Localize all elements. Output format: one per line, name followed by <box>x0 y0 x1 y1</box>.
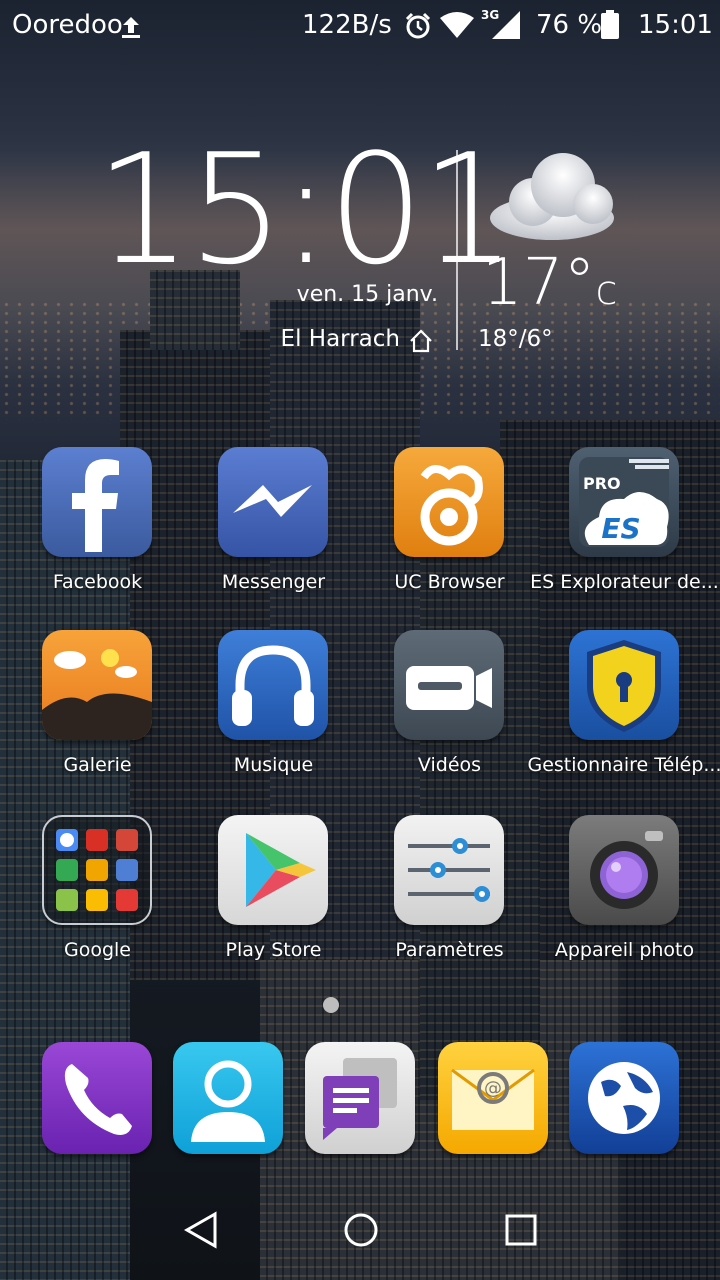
app-label: Galerie <box>63 754 132 776</box>
pro-badge: PRO <box>583 474 621 493</box>
temperature-unit: c <box>595 268 618 314</box>
app-camera[interactable]: Appareil photo <box>527 815 703 985</box>
app-settings[interactable]: Paramètres <box>352 815 528 985</box>
app-label: Facebook <box>52 571 143 593</box>
svg-text:@: @ <box>484 1078 502 1099</box>
back-icon[interactable] <box>171 1200 231 1260</box>
weather-location: El Harrach <box>280 326 400 352</box>
app-label: Google <box>63 939 131 961</box>
google-folder-icon <box>42 815 152 925</box>
widget-divider <box>456 150 458 350</box>
app-label: Paramètres <box>395 939 504 961</box>
email-icon[interactable]: @ <box>438 1042 548 1154</box>
app-gallery[interactable]: Galerie <box>0 630 176 800</box>
status-bar: Ooredoo 122B/s 3G 76 % 15:01 <box>0 0 720 52</box>
app-label: ES Explorateur de... <box>530 571 719 593</box>
upload-icon <box>122 17 140 38</box>
cloudy-icon[interactable] <box>485 140 620 250</box>
recents-icon[interactable] <box>491 1200 551 1260</box>
navigation-bar <box>0 1180 720 1280</box>
app-music[interactable]: Musique <box>176 630 352 800</box>
phone-icon[interactable] <box>42 1042 152 1154</box>
wifi-icon <box>440 12 474 38</box>
videos-icon <box>394 630 504 740</box>
app-facebook[interactable]: Facebook <box>0 447 176 617</box>
battery-icon <box>601 10 619 39</box>
carrier-label: Ooredoo <box>12 10 123 40</box>
battery-level: 76 % <box>536 10 603 40</box>
messages-icon[interactable] <box>305 1042 415 1154</box>
app-videos[interactable]: Vidéos <box>352 630 528 800</box>
browser-icon[interactable] <box>569 1042 679 1154</box>
play-store-icon <box>218 815 328 925</box>
music-icon <box>218 630 328 740</box>
alarm-icon <box>405 12 431 39</box>
page-indicator[interactable] <box>323 997 339 1013</box>
app-label: Gestionnaire Télép... <box>527 754 720 776</box>
net-speed: 122B/s <box>302 10 392 40</box>
app-play-store[interactable]: Play Store <box>176 815 352 985</box>
app-label: Appareil photo <box>554 939 695 961</box>
camera-icon <box>569 815 679 925</box>
phone-manager-icon <box>569 630 679 740</box>
uc-browser-icon <box>394 447 504 557</box>
status-time: 15:01 <box>638 10 713 40</box>
app-label: Play Store <box>225 939 322 961</box>
es-logo: ES <box>601 512 640 545</box>
temperature: 17°c <box>482 248 617 326</box>
settings-icon <box>394 815 504 925</box>
facebook-icon <box>42 447 152 557</box>
messenger-icon <box>218 447 328 557</box>
app-label: Vidéos <box>417 754 482 776</box>
app-phone-manager[interactable]: Gestionnaire Télép... <box>527 630 720 800</box>
app-label: UC Browser <box>394 571 505 593</box>
temperature-value: 17° <box>482 246 596 320</box>
app-uc-browser[interactable]: UC Browser <box>352 447 528 617</box>
app-messenger[interactable]: Messenger <box>176 447 352 617</box>
gallery-icon <box>42 630 152 740</box>
home-location-icon <box>410 329 432 353</box>
clock-weather-widget[interactable]: 15:01 ven. 15 janv. El Harrach 17°c 18°/… <box>0 130 720 370</box>
app-es-explorer[interactable]: ES PRO ES Explorateur de... <box>527 447 719 617</box>
app-label: Messenger <box>221 571 326 593</box>
es-explorer-icon: ES PRO <box>569 447 679 557</box>
contacts-icon[interactable] <box>173 1042 283 1154</box>
temperature-range: 18°/6° <box>478 326 553 352</box>
app-google-folder[interactable]: Google <box>0 815 176 985</box>
clock-date: ven. 15 janv. <box>296 282 438 307</box>
app-label: Musique <box>233 754 314 776</box>
signal-icon <box>492 11 520 39</box>
clock-time[interactable]: 15:01 <box>95 130 517 290</box>
home-icon[interactable] <box>331 1200 391 1260</box>
